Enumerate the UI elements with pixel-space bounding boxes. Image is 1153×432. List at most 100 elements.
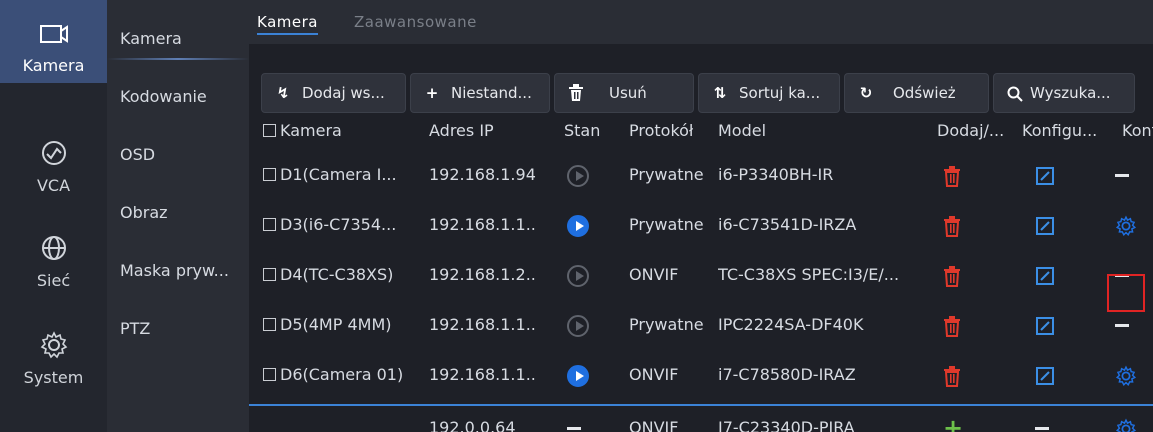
- dash-icon: [1115, 174, 1129, 177]
- table-row[interactable]: D6(Camera 01) 192.168.1.1.. ONVIF i7-C78580…: [249, 353, 1153, 397]
- cell-protocol: Prywatne: [629, 165, 704, 184]
- add-all-label: Dodaj ws...: [302, 84, 385, 102]
- gear-icon[interactable]: [1115, 365, 1137, 387]
- cell-config: [1035, 203, 1055, 247]
- cell-config: [1035, 303, 1055, 347]
- refresh-icon: ↻: [859, 84, 873, 102]
- table-row[interactable]: D4(TC-C38XS) 192.168.1.2.. ONVIF TC-C38XS S…: [249, 253, 1153, 297]
- sub-menu: Kamera Kodowanie OSD Obraz Maska pryw...…: [107, 0, 249, 432]
- edit-icon[interactable]: [1035, 266, 1055, 286]
- sub-item-osd[interactable]: OSD: [107, 128, 249, 180]
- cell-ip: 192.168.1.1..: [429, 365, 536, 384]
- cell-ip: 192.168.1.2..: [429, 265, 536, 284]
- cell-protocol: Prywatne: [629, 315, 704, 334]
- rail-item-network[interactable]: Sieć: [0, 213, 107, 296]
- delete-button[interactable]: Usuń: [554, 73, 694, 113]
- cell-camera: D6(Camera 01): [263, 353, 425, 397]
- header-status: Stan: [564, 121, 601, 140]
- play-icon[interactable]: [567, 264, 589, 287]
- select-all-checkbox[interactable]: [263, 124, 276, 137]
- sort-button[interactable]: ⇅ Sortuj ka...: [698, 73, 840, 113]
- table-row[interactable]: D5(4MP 4MM) 192.168.1.1.. Prywatne IPC2224S…: [249, 303, 1153, 347]
- cell-add-delete: [943, 153, 961, 197]
- play-icon[interactable]: [567, 214, 589, 237]
- rail-item-camera[interactable]: Kamera: [0, 0, 107, 83]
- trash-icon[interactable]: [943, 165, 961, 187]
- cell-camera: D4(TC-C38XS): [263, 253, 425, 297]
- add-all-button[interactable]: ↯ Dodaj ws...: [261, 73, 406, 113]
- cell-protocol: ONVIF: [629, 265, 679, 284]
- table-row[interactable]: D3(i6-C7354... 192.168.1.1.. Prywatne i6-C7…: [249, 203, 1153, 247]
- cell-status: [567, 153, 589, 197]
- main-nav-rail: Kamera VCA Sieć System: [0, 0, 107, 432]
- search-icon: [1004, 84, 1026, 102]
- cell-camera: D3(i6-C7354...: [263, 203, 425, 247]
- edit-icon[interactable]: [1035, 166, 1055, 186]
- custom-add-label: Niestand...: [451, 84, 532, 102]
- cell-protocol: Prywatne: [629, 215, 704, 234]
- trash-icon[interactable]: [943, 215, 961, 237]
- camera-icon: [39, 25, 68, 43]
- custom-add-button[interactable]: + Niestand...: [410, 73, 550, 113]
- cell-config-2: [1115, 153, 1129, 197]
- cell-status: [567, 303, 589, 347]
- cell-model: IPC2224SA-DF40K: [718, 315, 864, 334]
- sub-item-ptz[interactable]: PTZ: [107, 302, 249, 354]
- trash-icon: [565, 84, 587, 103]
- row-checkbox[interactable]: [263, 318, 276, 331]
- edit-icon[interactable]: [1035, 316, 1055, 336]
- edit-icon[interactable]: [1035, 216, 1055, 236]
- sub-item-image[interactable]: Obraz: [107, 186, 249, 238]
- cell-camera: D1(Camera I...: [263, 153, 425, 197]
- header-config-2: Konf: [1122, 121, 1153, 140]
- search-label: Wyszuka...: [1030, 84, 1111, 102]
- header-camera[interactable]: Kamera: [263, 117, 342, 145]
- header-config: Konfigu...: [1022, 121, 1098, 140]
- tab-advanced[interactable]: Zaawansowane: [354, 0, 477, 44]
- cell-status: [567, 353, 589, 397]
- search-button[interactable]: Wyszuka...: [993, 73, 1135, 113]
- cell-config: [1035, 353, 1055, 397]
- cell-status: [567, 253, 589, 297]
- play-icon[interactable]: [567, 164, 589, 187]
- rail-label: VCA: [36, 176, 71, 195]
- cell-config-2: [1115, 203, 1137, 247]
- dash-icon: [1035, 427, 1049, 430]
- dash-icon: [1115, 324, 1129, 327]
- trash-icon[interactable]: [943, 265, 961, 287]
- table-row[interactable]: 192.0.0.64 ONVIF I7-C23340D-PIRA +: [249, 404, 1153, 432]
- row-checkbox[interactable]: [263, 218, 276, 231]
- sub-item-camera[interactable]: Kamera: [107, 12, 249, 64]
- edit-icon[interactable]: [1035, 366, 1055, 386]
- gear-icon[interactable]: [1115, 215, 1137, 237]
- cell-add-delete: [943, 353, 961, 397]
- trash-icon[interactable]: [943, 315, 961, 337]
- play-icon[interactable]: [567, 364, 589, 387]
- row-checkbox[interactable]: [263, 168, 276, 181]
- refresh-button[interactable]: ↻ Odśwież: [844, 73, 989, 113]
- vca-icon: [41, 141, 66, 165]
- rail-item-system[interactable]: System: [0, 310, 107, 393]
- cell-ip: 192.168.1.1..: [429, 215, 536, 234]
- add-icon[interactable]: +: [943, 414, 963, 432]
- cell-model: i7-C78580D-IRAZ: [718, 365, 856, 384]
- add-all-icon: ↯: [276, 84, 290, 102]
- gear-icon[interactable]: [1115, 418, 1137, 432]
- rail-label: System: [23, 368, 84, 387]
- row-checkbox[interactable]: [263, 368, 276, 381]
- sub-item-privacy-mask[interactable]: Maska pryw...: [107, 244, 249, 296]
- plus-icon: +: [425, 84, 439, 102]
- tab-bar: Kamera Zaawansowane: [249, 0, 1153, 44]
- sub-item-encoding[interactable]: Kodowanie: [107, 70, 249, 122]
- delete-label: Usuń: [609, 84, 647, 102]
- header-protocol: Protokół: [629, 121, 694, 140]
- cell-ip: 192.0.0.64: [429, 418, 516, 432]
- row-checkbox[interactable]: [263, 268, 276, 281]
- trash-icon[interactable]: [943, 365, 961, 387]
- table-row[interactable]: D1(Camera I... 192.168.1.94 Prywatne i6-P33…: [249, 153, 1153, 197]
- rail-item-vca[interactable]: VCA: [0, 118, 107, 201]
- play-icon[interactable]: [567, 314, 589, 337]
- rail-label: Sieć: [36, 271, 71, 290]
- tab-camera[interactable]: Kamera: [257, 0, 318, 44]
- sort-icon: ⇅: [713, 84, 727, 102]
